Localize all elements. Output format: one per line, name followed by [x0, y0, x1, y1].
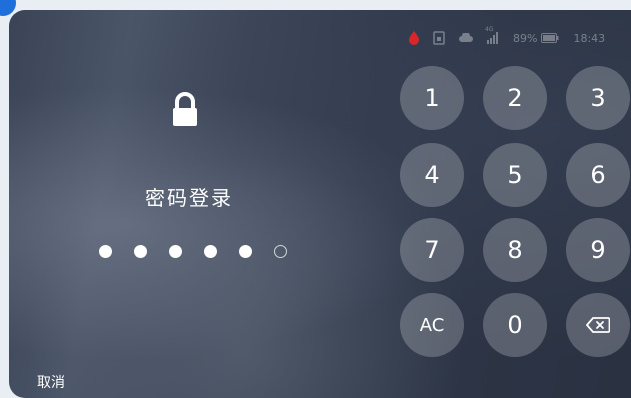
cloud-icon — [459, 33, 473, 43]
backspace-button[interactable] — [566, 293, 630, 357]
key-5[interactable]: 5 — [483, 143, 547, 207]
key-9[interactable]: 9 — [566, 218, 630, 282]
pin-dot-empty — [274, 245, 287, 258]
clear-button[interactable]: AC — [400, 293, 464, 357]
key-8[interactable]: 8 — [483, 218, 547, 282]
pin-dot-filled — [134, 245, 147, 258]
key-4[interactable]: 4 — [400, 143, 464, 207]
lock-icon — [165, 90, 205, 130]
pin-indicator — [99, 245, 309, 258]
page-title: 密码登录 — [145, 186, 233, 210]
key-2[interactable]: 2 — [483, 66, 547, 130]
pin-dot-filled — [239, 245, 252, 258]
battery-icon — [541, 33, 559, 43]
key-1[interactable]: 1 — [400, 66, 464, 130]
key-6[interactable]: 6 — [566, 143, 630, 207]
status-bar: 4G 89% 18:43 — [409, 26, 619, 48]
clock: 18:43 — [573, 31, 606, 45]
key-3[interactable]: 3 — [566, 66, 630, 130]
key-7[interactable]: 7 — [400, 218, 464, 282]
signal-icon: 4G — [485, 26, 499, 44]
battery-percent: 89% — [513, 31, 538, 45]
network-type-label: 4G — [485, 26, 494, 33]
pin-dot-filled — [169, 245, 182, 258]
sim-icon — [433, 31, 445, 45]
login-screen: 4G 89% 18:43 密码登录 取消 1 2 3 4 5 6 7 8 9 A… — [9, 10, 631, 398]
pin-dot-filled — [99, 245, 112, 258]
drop-icon — [409, 31, 419, 45]
key-0[interactable]: 0 — [483, 293, 547, 357]
backspace-icon — [585, 311, 611, 339]
pin-dot-filled — [204, 245, 217, 258]
cancel-button[interactable]: 取消 — [37, 372, 65, 392]
